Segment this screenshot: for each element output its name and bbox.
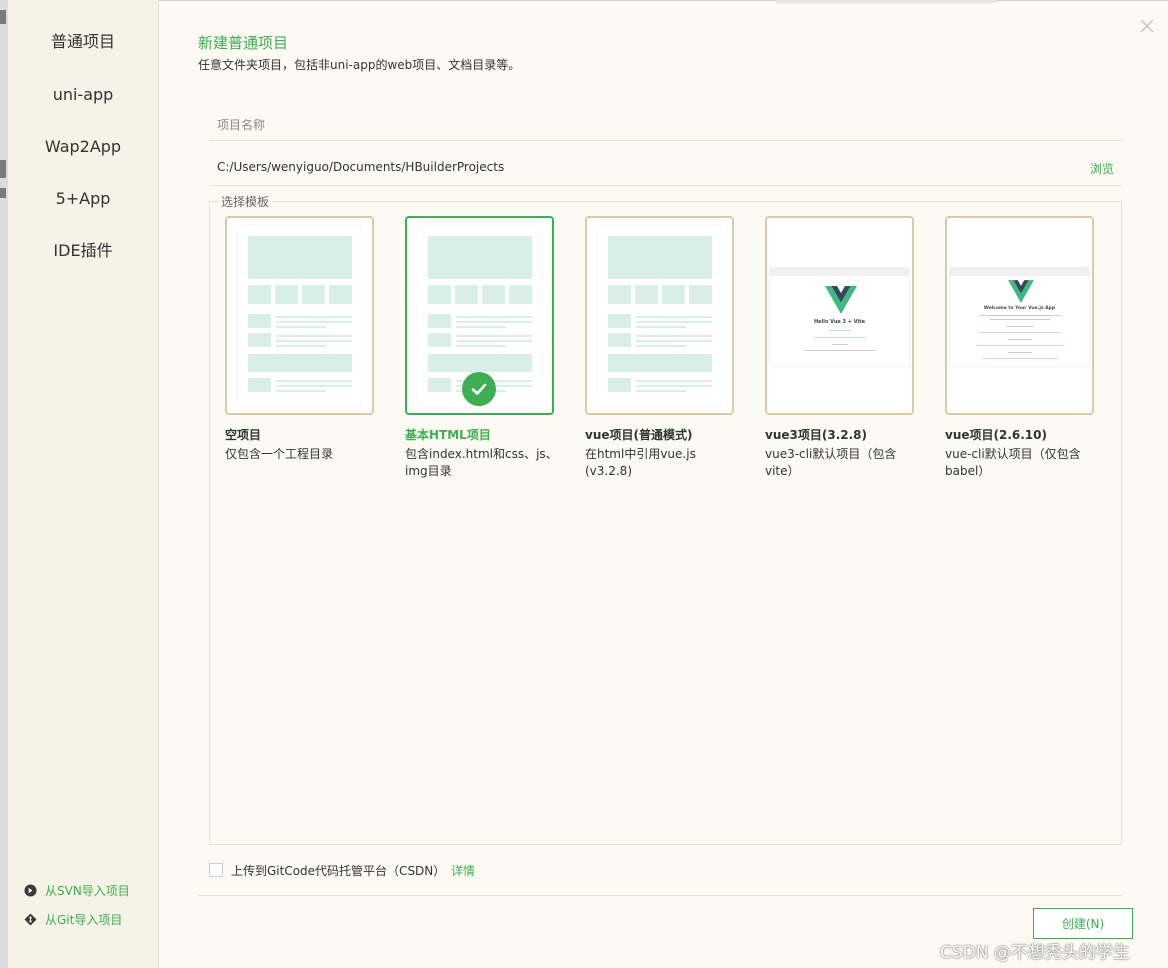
project-path-row: C:/Users/wenyiguo/Documents/HBuilderProj… xyxy=(209,152,1122,186)
watermark-text: CSDN @不想秃头的学生 xyxy=(940,943,1130,963)
sidebar: 普通项目 uni-app Wap2App 5+App IDE插件 从SVN导入项… xyxy=(8,0,159,968)
details-link[interactable]: 详情 xyxy=(451,862,475,879)
vue3-preview-image: Hello Vue 3 + Vite xyxy=(770,268,909,366)
template-card-vue3[interactable]: Hello Vue 3 + Vite xyxy=(765,216,914,415)
project-path-input[interactable]: C:/Users/wenyiguo/Documents/HBuilderProj… xyxy=(217,160,504,174)
sidebar-item-ide-plugin[interactable]: IDE插件 xyxy=(8,233,158,269)
template-card-vue2[interactable]: Welcome to Your Vue.js App xyxy=(945,216,1094,415)
dialog-title: 新建普通项目 xyxy=(198,34,289,52)
template-desc-vue2: vue-cli默认项目（仅包含babel） xyxy=(945,447,1081,478)
import-svn-label: 从SVN导入项目 xyxy=(45,884,130,898)
template-title-basic-html: 基本HTML项目 xyxy=(405,428,491,442)
wireframe-icon xyxy=(238,225,361,407)
background-glyph xyxy=(0,10,6,24)
selected-check-icon xyxy=(462,372,496,406)
create-button[interactable]: 创建(N) xyxy=(1033,908,1133,939)
window-top-shadow xyxy=(776,0,996,3)
sidebar-item-normal-project[interactable]: 普通项目 xyxy=(8,24,158,60)
background-window-strip xyxy=(0,0,8,968)
template-title-vue2: vue项目(2.6.10) xyxy=(945,428,1047,442)
project-name-input[interactable] xyxy=(209,109,1122,141)
upload-gitcode-label: 上传到GitCode代码托管平台（CSDN） xyxy=(231,864,446,878)
vue2-preview-image: Welcome to Your Vue.js App xyxy=(950,268,1089,366)
import-git-link[interactable]: 从Git导入项目 xyxy=(24,911,122,928)
svn-icon xyxy=(24,884,37,897)
template-legend: 选择模板 xyxy=(218,193,273,210)
vue-logo-icon xyxy=(1008,280,1034,303)
vue-logo-icon xyxy=(825,286,857,314)
template-title-vue3: vue3项目(3.2.8) xyxy=(765,428,867,442)
template-card-empty[interactable] xyxy=(225,216,374,415)
browse-button[interactable]: 浏览 xyxy=(1090,160,1114,177)
sidebar-item-uni-app[interactable]: uni-app xyxy=(8,77,158,113)
template-desc-vue-normal: 在html中引用vue.js (v3.2.8) xyxy=(585,447,696,478)
import-svn-link[interactable]: 从SVN导入项目 xyxy=(24,882,130,899)
template-desc-empty: 仅包含一个工程目录 xyxy=(225,447,334,461)
upload-gitcode-checkbox[interactable] xyxy=(209,863,223,877)
template-card-basic-html[interactable] xyxy=(405,216,554,415)
vue2-preview-heading: Welcome to Your Vue.js App xyxy=(983,306,1056,311)
template-card-vue-normal[interactable] xyxy=(585,216,734,415)
sidebar-item-wap2app[interactable]: Wap2App xyxy=(8,129,158,165)
template-desc-basic-html: 包含index.html和css、js、img目录 xyxy=(405,447,558,478)
footer-divider xyxy=(198,895,1122,896)
template-title-empty: 空项目 xyxy=(225,428,262,442)
git-icon xyxy=(24,913,37,926)
wireframe-icon xyxy=(598,225,721,407)
background-glyph xyxy=(0,160,6,178)
template-title-vue-normal: vue项目(普通模式) xyxy=(585,428,693,442)
background-glyph xyxy=(0,188,6,198)
template-desc-vue3: vue3-cli默认项目（包含vite） xyxy=(765,447,897,478)
sidebar-item-5plus-app[interactable]: 5+App xyxy=(8,181,158,217)
close-icon[interactable] xyxy=(1138,17,1156,35)
vue3-preview-heading: Hello Vue 3 + Vite xyxy=(814,319,865,325)
import-git-label: 从Git导入项目 xyxy=(45,913,123,927)
dialog-subtitle: 任意文件夹项目，包括非uni-app的web项目、文档目录等。 xyxy=(198,58,521,72)
